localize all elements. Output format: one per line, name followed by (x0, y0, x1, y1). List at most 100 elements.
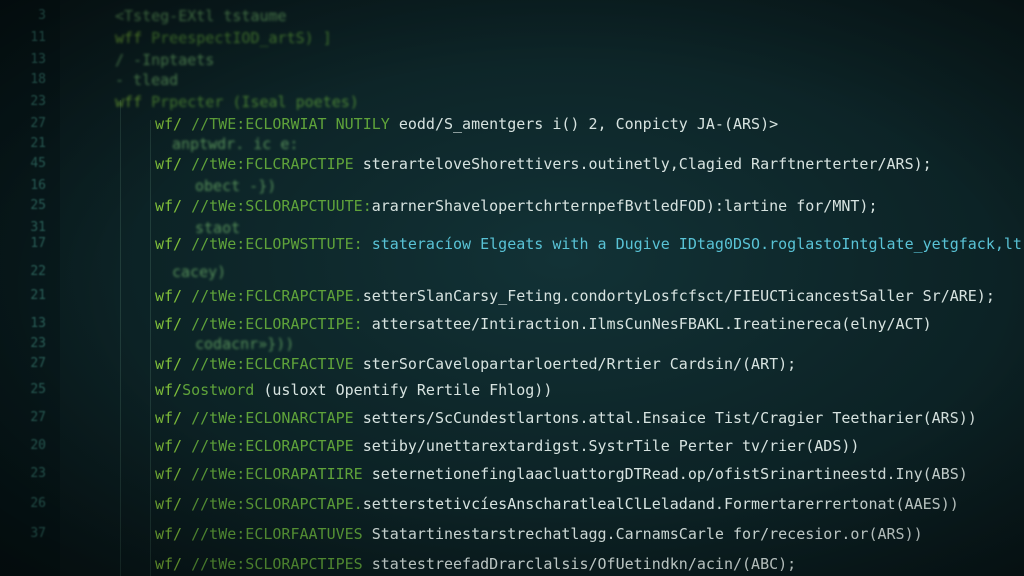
line-number: 16 (30, 178, 46, 193)
comment-token: obect -}) (195, 177, 277, 195)
line-number: 27 (30, 116, 46, 131)
code-text: anptwdr. ic e: (172, 134, 298, 154)
line-number: 21 (30, 288, 46, 303)
code-line[interactable]: 3 <Tsteg-EXtl tstaume (0, 6, 1024, 26)
code-text: wf/ //tWe:ECLCRFACTIVE sterSorCavelopart… (155, 354, 796, 374)
comment-token: //tWe:FCLCRAPCTAPE. (182, 287, 363, 305)
code-line[interactable]: 16 obect -}) (0, 176, 1024, 196)
keyword-token: wff (115, 93, 143, 111)
code-text: wf/ //tWe:ECLONARCTAPE setters/ScCundest… (155, 408, 977, 428)
keyword-token: wf/ (155, 381, 183, 399)
comment-token: Sostword (182, 381, 255, 399)
line-number: 26 (30, 496, 46, 511)
keyword-token: wf/ (155, 465, 183, 483)
code-line[interactable]: 26 wf/ //tWe:SCLORAPCTAPE.setterstetivcíe… (0, 494, 1024, 514)
code-text: / -Inptaets (115, 50, 214, 70)
code-text: wf/ //tWe:ECLORAPATIIRE seternetionefing… (155, 464, 968, 484)
comment-token: cacey) (172, 263, 227, 281)
code-line[interactable]: 27 wf/ //TWE:ECLORWIAT NUTILY eodd/S_amen… (0, 114, 1024, 134)
code-line[interactable]: 23 wf/ //tWe:ECLORAPATIIRE seternetionefi… (0, 464, 1024, 484)
statement-token: ararnerShavelopertchrternpefBvtledFOD):l… (371, 197, 878, 215)
keyword-token: wf/ (155, 315, 183, 333)
comment-token: //tWe:FCLCRAPCTIPE (182, 155, 354, 173)
line-number: 25 (30, 382, 46, 397)
statement-token: setters/ScCundestlartons.attal.Ensaice T… (353, 409, 977, 427)
statement-token: setiby/unettarextardigst.SystrTile Perte… (353, 437, 860, 455)
code-line[interactable]: 27 wf/ //tWe:ECLONARCTAPE setters/ScCunde… (0, 408, 1024, 428)
code-text: <Tsteg-EXtl tstaume (115, 6, 287, 26)
line-number: 37 (30, 526, 46, 541)
code-line[interactable]: 21 wf/ //tWe:FCLCRAPCTAPE.setterSlanCarsy… (0, 286, 1024, 306)
keyword-token: wf/ (155, 437, 183, 455)
code-text: wf/ //tWe:ECLORAPCTAPE setiby/unettarext… (155, 436, 859, 456)
code-line[interactable]: 11 wff PreespectIOD_artS) ] (0, 28, 1024, 48)
code-text: wf/ //tWe:FCLCRAPCTIPE sterarteloveShore… (155, 154, 932, 174)
code-text: wf/ //tWe:SCLORAPCTUUTE:ararnerShavelope… (155, 196, 877, 216)
statement-token: eodd/S_amentgers i() 2, Conpicty JA-(ARS… (389, 115, 779, 133)
keyword-token: wf/ (155, 495, 183, 513)
comment-token: //tWe:ECLORFAATUVES (182, 525, 363, 543)
line-number: 27 (30, 410, 46, 425)
statement-token: setterstetivcíesAnscharatlealClLeladand.… (362, 495, 959, 513)
code-line[interactable]: 37 wf/ //tWe:ECLORFAATUVES Statartinestar… (0, 524, 1024, 544)
keyword-token: wf/ (155, 197, 183, 215)
code-text: wf/ //TWE:ECLORWIAT NUTILY eodd/S_amentg… (155, 114, 778, 134)
code-line[interactable]: 23 codacnr»})) (0, 334, 1024, 354)
keyword-token: wf/ (155, 409, 183, 427)
line-number: 17 (30, 236, 46, 251)
line-number: 13 (30, 52, 46, 67)
comment-token: //tWe:ECLORAPCTAPE (182, 437, 354, 455)
comment-token: //tWe:ECLCRFACTIVE (182, 355, 354, 373)
line-number: 23 (30, 336, 46, 351)
comment-token: //TWE:ECLORWIAT NUTILY (182, 115, 390, 133)
code-line[interactable]: wf/ //tWe:SCLORAPCTIPES statestreefadDra… (0, 554, 1024, 574)
line-number: 23 (30, 466, 46, 481)
line-number: 13 (30, 316, 46, 331)
code-text: codacnr»})) (195, 334, 294, 354)
line-number: 11 (30, 30, 46, 45)
line-number: 20 (30, 438, 46, 453)
code-line[interactable]: 17 wf/ //tWe:ECLOPWSTTUTE: stateracíow El… (0, 234, 1024, 254)
statement-token: stateracíow Elgeats with a Dugive IDtag0… (362, 235, 1024, 253)
code-line[interactable]: 25 wf/ //tWe:SCLORAPCTUUTE:ararnerShavelo… (0, 196, 1024, 216)
code-line[interactable]: 45 wf/ //tWe:FCLCRAPCTIPE sterarteloveSho… (0, 154, 1024, 174)
code-text: wff PreespectIOD_artS) ] (115, 28, 332, 48)
keyword-token: wf/ (155, 155, 183, 173)
comment-token: //tWe:SCLORAPCTAPE. (182, 495, 363, 513)
code-line[interactable]: 22 cacey) (0, 262, 1024, 282)
code-text: wf/ //tWe:SCLORAPCTAPE.setterstetivcíesA… (155, 494, 959, 514)
code-line[interactable]: 27 wf/ //tWe:ECLCRFACTIVE sterSorCavelopa… (0, 354, 1024, 374)
statement-token: (usloxt Opentify Rertile Fhlog)) (254, 381, 553, 399)
comment-token: //tWe:SCLORAPCTIPES (182, 555, 363, 573)
code-line[interactable]: 13 / -Inptaets (0, 50, 1024, 70)
statement-token: seternetionefinglaacluattorgDTRead.op/of… (362, 465, 968, 483)
code-line[interactable]: 18 - tlead (0, 70, 1024, 90)
code-text: wf/Sostword (usloxt Opentify Rertile Fhl… (155, 380, 552, 400)
code-line[interactable]: 13 wf/ //tWe:ECLORAPCTIPE: attersattee/In… (0, 314, 1024, 334)
keyword-token: wf/ (155, 115, 183, 133)
code-text: wf/ //tWe:ECLORAPCTIPE: attersattee/Inti… (155, 314, 932, 334)
line-number: 18 (30, 72, 46, 87)
statement-token: statestreefadDrarclalsis/OfUetindkn/acin… (362, 555, 797, 573)
comment-token: PreespectIOD_artS) ] (142, 29, 332, 47)
comment-token: Prpecter (Iseal poetes) (142, 93, 359, 111)
keyword-token: wf/ (155, 525, 183, 543)
line-number: 21 (30, 136, 46, 151)
code-text: obect -}) (195, 176, 276, 196)
code-line[interactable]: 20 wf/ //tWe:ECLORAPCTAPE setiby/unettare… (0, 436, 1024, 456)
code-text: - tlead (115, 70, 178, 90)
keyword-token: wf/ (155, 555, 183, 573)
statement-token: sterSorCavelopartarloerted/Rrtier Cardsi… (353, 355, 797, 373)
keyword-token: wf/ (155, 355, 183, 373)
code-line[interactable]: 25 wf/Sostword (usloxt Opentify Rertile F… (0, 380, 1024, 400)
code-editor[interactable]: 3 <Tsteg-EXtl tstaume 11 wff PreespectIOD_a… (0, 0, 1024, 576)
comment-token: //tWe:SCLORAPCTUUTE: (182, 197, 372, 215)
code-line[interactable]: 21 anptwdr. ic e: (0, 134, 1024, 154)
line-number: 27 (30, 356, 46, 371)
code-line[interactable]: 23 wff Prpecter (Iseal poetes) (0, 92, 1024, 112)
code-text: wf/ //tWe:SCLORAPCTIPES statestreefadDra… (155, 554, 796, 574)
line-number: 25 (30, 198, 46, 213)
comment-token: / -Inptaets (115, 51, 215, 69)
code-text: wff Prpecter (Iseal poetes) (115, 92, 359, 112)
statement-token: setterSlanCarsy_Feting.condortyLosfcfsct… (362, 287, 995, 305)
